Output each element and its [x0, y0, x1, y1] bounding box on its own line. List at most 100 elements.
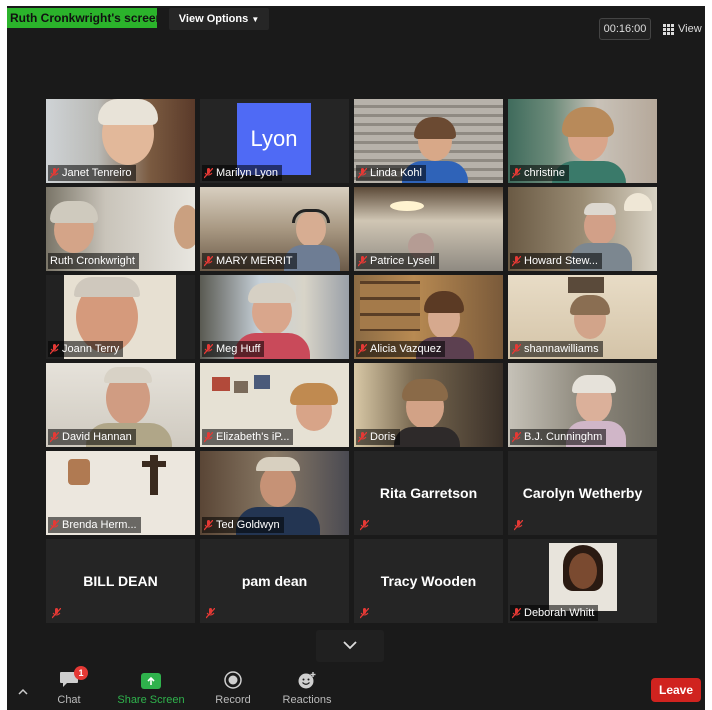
mic-muted-icon [514, 520, 523, 531]
participant-tile[interactable]: David Hannan [46, 363, 195, 447]
view-options-label: View Options [178, 13, 249, 25]
share-screen-button[interactable]: Share Screen [115, 672, 187, 706]
participant-nameplate: Doris [356, 429, 400, 445]
participant-tile-video-off[interactable]: Rita Garretson [354, 451, 503, 535]
next-page-button[interactable] [316, 630, 384, 662]
participant-name: MARY MERRIT [216, 255, 293, 267]
mic-muted-icon [360, 520, 369, 531]
participant-hair [572, 375, 616, 393]
bookshelf [360, 281, 420, 331]
participant-tile[interactable]: Linda Kohl [354, 99, 503, 183]
participant-nameplate: Patrice Lysell [356, 253, 440, 269]
participant-hair [50, 201, 98, 223]
participant-tile[interactable]: Doris [354, 363, 503, 447]
mic-muted-icon [358, 431, 367, 443]
participant-hair [98, 99, 158, 125]
participant-hair [402, 379, 448, 401]
participant-tile[interactable]: Janet Tenreiro [46, 99, 195, 183]
participant-tile[interactable]: Patrice Lysell [354, 187, 503, 271]
participant-tile[interactable]: shannawilliams [508, 275, 657, 359]
participant-nameplate: shannawilliams [510, 341, 603, 357]
view-button[interactable]: View [663, 18, 702, 40]
participant-name: Carolyn Wetherby [522, 485, 643, 501]
ceiling-light [390, 201, 424, 211]
participant-name: christine [524, 167, 565, 179]
mic-muted-icon [50, 167, 59, 179]
mic-muted-icon [206, 608, 215, 619]
chat-button[interactable]: 1 Chat [34, 666, 104, 706]
participant-tile[interactable]: Elizabeth's iP... [200, 363, 349, 447]
wall-photo-1 [212, 377, 230, 391]
participant-name: Howard Stew... [524, 255, 598, 267]
participant-hair [290, 383, 338, 405]
participant-tile-video-off[interactable]: Carolyn Wetherby [508, 451, 657, 535]
participant-tile[interactable]: Brenda Herm... [46, 451, 195, 535]
share-screen-label: Share Screen [117, 694, 185, 706]
participant-nameplate: Ted Goldwyn [202, 517, 284, 533]
participant-name: pam dean [241, 573, 308, 589]
participant-name: Joann Terry [62, 343, 120, 355]
caret-up-icon[interactable] [18, 682, 28, 700]
participant-name: BILL DEAN [83, 573, 158, 589]
record-button[interactable]: Record [198, 670, 268, 706]
participant-tile-video-off[interactable]: BILL DEAN [46, 539, 195, 623]
participant-name: David Hannan [62, 431, 132, 443]
mic-muted-icon [50, 343, 59, 355]
participant-tile-profile-photo[interactable]: Deborah Whitt [508, 539, 657, 623]
wall-photo-2 [234, 381, 248, 393]
participant-tile-video-off[interactable]: pam dean [200, 539, 349, 623]
participant-nameplate: B.J. Cunninghm [510, 429, 607, 445]
participant-nameplate: Ruth Cronkwright [48, 253, 139, 269]
participant-tile-active-speaker[interactable]: Ruth Cronkwright [46, 187, 195, 271]
participant-name: Tracy Wooden [380, 573, 477, 589]
mic-muted-icon [358, 255, 367, 267]
participant-nameplate: Joann Terry [48, 341, 124, 357]
meeting-timer: 00:16:00 [599, 18, 651, 40]
participant-hair [570, 295, 610, 315]
chevron-down-icon [343, 637, 357, 655]
view-options-button[interactable]: View Options ▼ [169, 8, 269, 30]
participant-tile[interactable]: Ted Goldwyn [200, 451, 349, 535]
participant-nameplate: MARY MERRIT [202, 253, 297, 269]
participant-nameplate: Elizabeth's iP... [202, 429, 294, 445]
participant-tile[interactable]: Joann Terry [46, 275, 195, 359]
participant-tile[interactable]: christine [508, 99, 657, 183]
participant-nameplate: Brenda Herm... [48, 517, 141, 533]
participant-tile[interactable]: Alicia Vazquez [354, 275, 503, 359]
participant-nameplate: Meg Huff [202, 341, 265, 357]
participant-name: Patrice Lysell [370, 255, 436, 267]
participant-tile[interactable]: B.J. Cunninghm [508, 363, 657, 447]
mic-muted-icon [50, 519, 59, 531]
mic-muted-icon [358, 167, 367, 179]
mic-muted-icon [204, 431, 213, 443]
participant-name: Alicia Vazquez [370, 343, 442, 355]
participant-cap [256, 457, 300, 471]
leave-button[interactable]: Leave [651, 678, 701, 702]
mic-muted-icon [512, 431, 521, 443]
zoom-meeting-window: Ruth Cronkwright's screen View Options ▼… [7, 6, 705, 710]
mic-muted-icon [204, 519, 213, 531]
participant-tile[interactable]: Meg Huff [200, 275, 349, 359]
reactions-button[interactable]: Reactions [272, 671, 342, 706]
mic-muted-icon [204, 255, 213, 267]
participant-tile-video-off[interactable]: Tracy Wooden [354, 539, 503, 623]
participant-nameplate: Marilyn Lyon [202, 165, 282, 181]
participant-name: Meg Huff [216, 343, 261, 355]
participant-tile[interactable]: MARY MERRIT [200, 187, 349, 271]
participant-hair [74, 277, 140, 297]
participant-name: Janet Tenreiro [62, 167, 132, 179]
participant-face [569, 553, 597, 589]
gallery-grid-icon [663, 23, 674, 35]
participant-tile[interactable]: Lyon Marilyn Lyon [200, 99, 349, 183]
mic-muted-icon [360, 608, 369, 619]
participant-nameplate: Linda Kohl [356, 165, 426, 181]
screen-share-owner-badge: Ruth Cronkwright's screen [7, 8, 157, 28]
participant-name: Ruth Cronkwright [50, 255, 135, 267]
participant-tile[interactable]: Howard Stew... [508, 187, 657, 271]
reactions-label: Reactions [282, 694, 332, 706]
mic-muted-icon [512, 343, 521, 355]
mic-muted-icon [50, 431, 59, 443]
mic-muted-icon [512, 167, 521, 179]
record-label: Record [215, 694, 251, 706]
mic-muted-icon [204, 167, 213, 179]
